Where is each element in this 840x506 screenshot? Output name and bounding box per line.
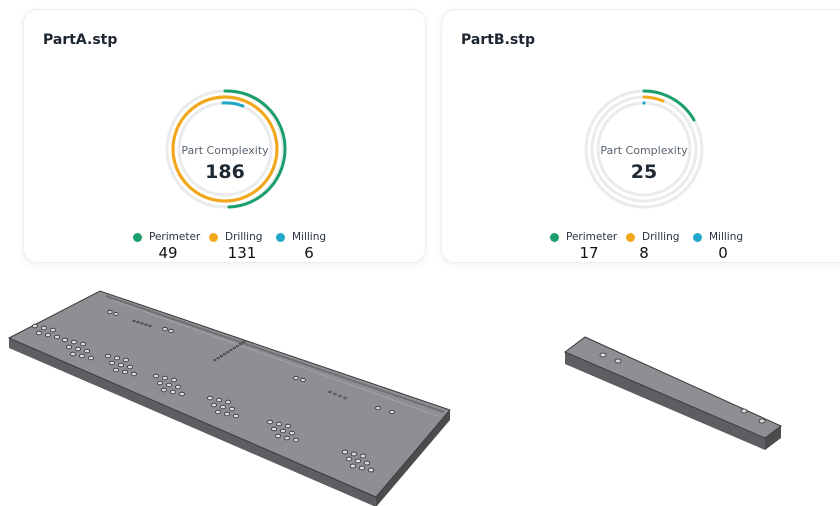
parta-hole bbox=[223, 411, 230, 417]
parta-hole bbox=[232, 413, 239, 419]
parta-hole bbox=[113, 367, 120, 373]
parta-hole bbox=[284, 423, 291, 429]
parta-hole bbox=[349, 463, 357, 469]
parta-hole bbox=[79, 353, 86, 359]
parta-hole bbox=[232, 346, 236, 350]
parta-hole bbox=[223, 352, 227, 356]
parta-hole bbox=[50, 327, 57, 333]
parta-3d-render bbox=[7, 290, 451, 506]
parta-hole bbox=[118, 362, 125, 368]
parta-hole bbox=[288, 430, 295, 436]
parta-hole bbox=[107, 310, 113, 314]
parta-hole bbox=[350, 451, 358, 457]
parta-hole bbox=[132, 319, 136, 323]
parta-hole bbox=[229, 348, 233, 352]
parta-hole bbox=[359, 453, 367, 459]
parta-hole bbox=[275, 421, 282, 427]
parta-hole bbox=[156, 380, 163, 386]
parta-hole bbox=[130, 371, 137, 377]
parta-hole bbox=[170, 377, 177, 383]
parta-hole bbox=[114, 355, 121, 361]
parta-top-face bbox=[7, 290, 451, 498]
parta-hole bbox=[224, 399, 231, 405]
parta-hole bbox=[162, 326, 168, 332]
parta-hole bbox=[274, 433, 281, 439]
parta-hole bbox=[169, 389, 176, 395]
parta-hole bbox=[75, 346, 82, 352]
parta-hole bbox=[367, 467, 375, 473]
parta-hole bbox=[341, 449, 349, 455]
parta-hole bbox=[210, 402, 217, 408]
parta-hole bbox=[144, 323, 148, 326]
parta-hole bbox=[389, 409, 395, 415]
parta-hole bbox=[161, 375, 168, 381]
parta-hole bbox=[279, 428, 286, 434]
parta-hole bbox=[219, 404, 226, 410]
parta-hole bbox=[345, 456, 353, 462]
parta-hole bbox=[160, 387, 167, 393]
parta-hole bbox=[206, 395, 213, 401]
parta-hole bbox=[36, 330, 43, 336]
parta-hole bbox=[216, 356, 220, 360]
parta-hole bbox=[293, 375, 299, 381]
parta-hole bbox=[41, 325, 48, 331]
parta-hole bbox=[45, 332, 52, 338]
parta-hole bbox=[140, 322, 144, 325]
parta-hole bbox=[123, 357, 130, 363]
parta-hole bbox=[66, 344, 73, 350]
parta-hole bbox=[127, 364, 134, 370]
parta-hole bbox=[226, 350, 230, 354]
parta-hole bbox=[84, 348, 91, 354]
parta-hole bbox=[148, 324, 152, 327]
parta-hole bbox=[343, 396, 347, 400]
parta-hole bbox=[105, 353, 112, 359]
parta-hole bbox=[242, 340, 246, 344]
parta-hole bbox=[292, 437, 299, 443]
parta-hole bbox=[219, 354, 223, 358]
parta-hole bbox=[239, 342, 243, 346]
parta-hole bbox=[333, 392, 337, 396]
parta-hole bbox=[62, 337, 69, 343]
parta-hole bbox=[70, 351, 77, 357]
parta-hole bbox=[32, 323, 39, 329]
parta-hole bbox=[88, 355, 95, 361]
parta-hole bbox=[354, 458, 362, 464]
parta-hole bbox=[152, 373, 159, 379]
parta-hole bbox=[338, 394, 342, 398]
parta-hole bbox=[109, 360, 116, 366]
parta-hole bbox=[228, 406, 235, 412]
parta-hole bbox=[122, 369, 129, 375]
parta-hole bbox=[168, 328, 174, 334]
parta-hole bbox=[358, 465, 366, 471]
parta-hole bbox=[375, 405, 381, 411]
parta-hole bbox=[213, 358, 217, 362]
parta-hole bbox=[266, 419, 273, 425]
parta-hole bbox=[235, 344, 239, 348]
parta-hole bbox=[71, 339, 78, 345]
parta-hole bbox=[165, 382, 172, 388]
parta-hole bbox=[328, 390, 332, 394]
parta-hole bbox=[178, 391, 185, 397]
parta-hole bbox=[270, 426, 277, 432]
parta-hole bbox=[136, 321, 140, 324]
parta-hole bbox=[80, 341, 87, 347]
parta-hole bbox=[300, 377, 306, 383]
parta-hole bbox=[215, 397, 222, 403]
parta-hole bbox=[54, 334, 61, 340]
parta-hole bbox=[363, 460, 371, 466]
parta-hole bbox=[174, 384, 181, 390]
parta-hole bbox=[283, 435, 290, 441]
parta-hole bbox=[113, 312, 119, 316]
parta-hole bbox=[214, 409, 221, 415]
